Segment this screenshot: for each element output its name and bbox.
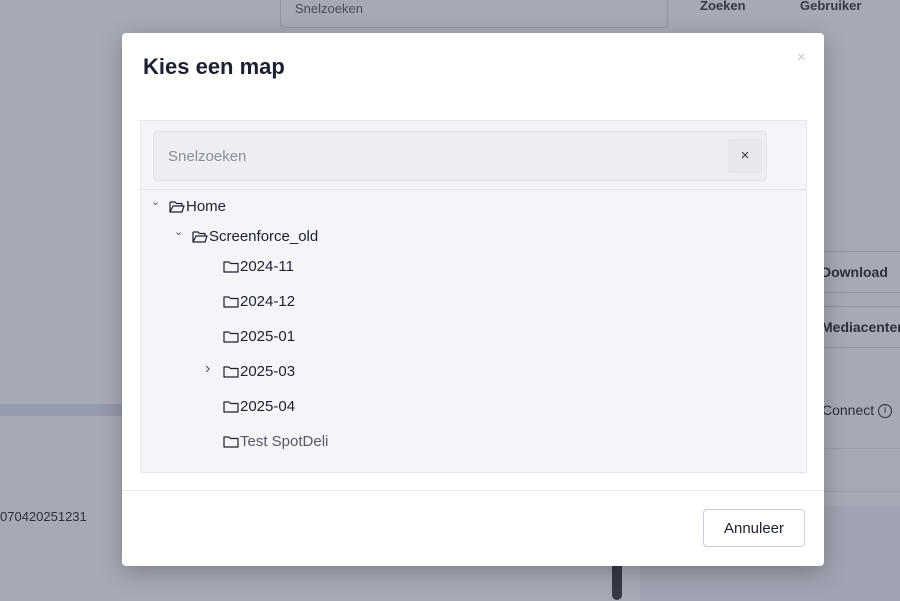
folder-icon: [223, 435, 239, 452]
tree-item-label: Home: [186, 198, 227, 215]
folder-icon: [223, 330, 239, 347]
quick-search: ×: [153, 131, 767, 181]
tree-item-label: 2025-01: [240, 328, 296, 345]
tree-item-home[interactable]: ⌄ Home: [151, 196, 227, 217]
tree-item-label: Test SpotDeli: [240, 433, 329, 450]
footer-divider: [122, 490, 824, 491]
choose-folder-dialog: Kies een map × × ⌄Home⌄Screenforce_old20…: [122, 33, 824, 566]
quick-search-input[interactable]: [154, 132, 714, 180]
folder-open-icon: [169, 200, 185, 217]
chevron-down-icon[interactable]: ⌄: [174, 225, 183, 238]
folder-icon: [223, 365, 239, 382]
divider: [141, 189, 806, 190]
tree-item-2024-11[interactable]: 2024-11: [223, 258, 294, 277]
chevron-down-icon[interactable]: ⌄: [151, 195, 160, 208]
folder-tree-panel: × ⌄Home⌄Screenforce_old2024-112024-12202…: [140, 120, 807, 473]
tree-item-label: 2024-11: [240, 258, 294, 275]
tree-item-2025-01[interactable]: 2025-01: [223, 328, 295, 347]
tree-item-2024-12[interactable]: 2024-12: [223, 293, 295, 312]
dialog-title: Kies een map: [143, 54, 285, 79]
tree-item-label: Screenforce_old: [209, 228, 319, 245]
tree-item-label: 2024-12: [240, 293, 296, 310]
tree-item-test-spotdeli[interactable]: Test SpotDeli: [223, 433, 328, 452]
tree-item-screenforce-old[interactable]: ⌄ Screenforce_old: [174, 226, 319, 247]
tree-item-label: 2025-03: [240, 363, 296, 380]
chevron-right-icon[interactable]: ›: [205, 360, 210, 378]
folder-icon: [223, 260, 239, 277]
cancel-button[interactable]: Annuleer: [703, 509, 805, 547]
tree-item-2025-04[interactable]: 2025-04: [223, 398, 295, 417]
tree-item-2025-03[interactable]: › 2025-03: [205, 360, 296, 382]
close-icon[interactable]: ×: [797, 49, 806, 67]
folder-icon: [223, 400, 239, 417]
tree-item-label: 2025-04: [240, 398, 296, 415]
clear-search-icon[interactable]: ×: [728, 139, 762, 173]
folder-icon: [223, 295, 239, 312]
folder-open-icon: [192, 230, 208, 247]
